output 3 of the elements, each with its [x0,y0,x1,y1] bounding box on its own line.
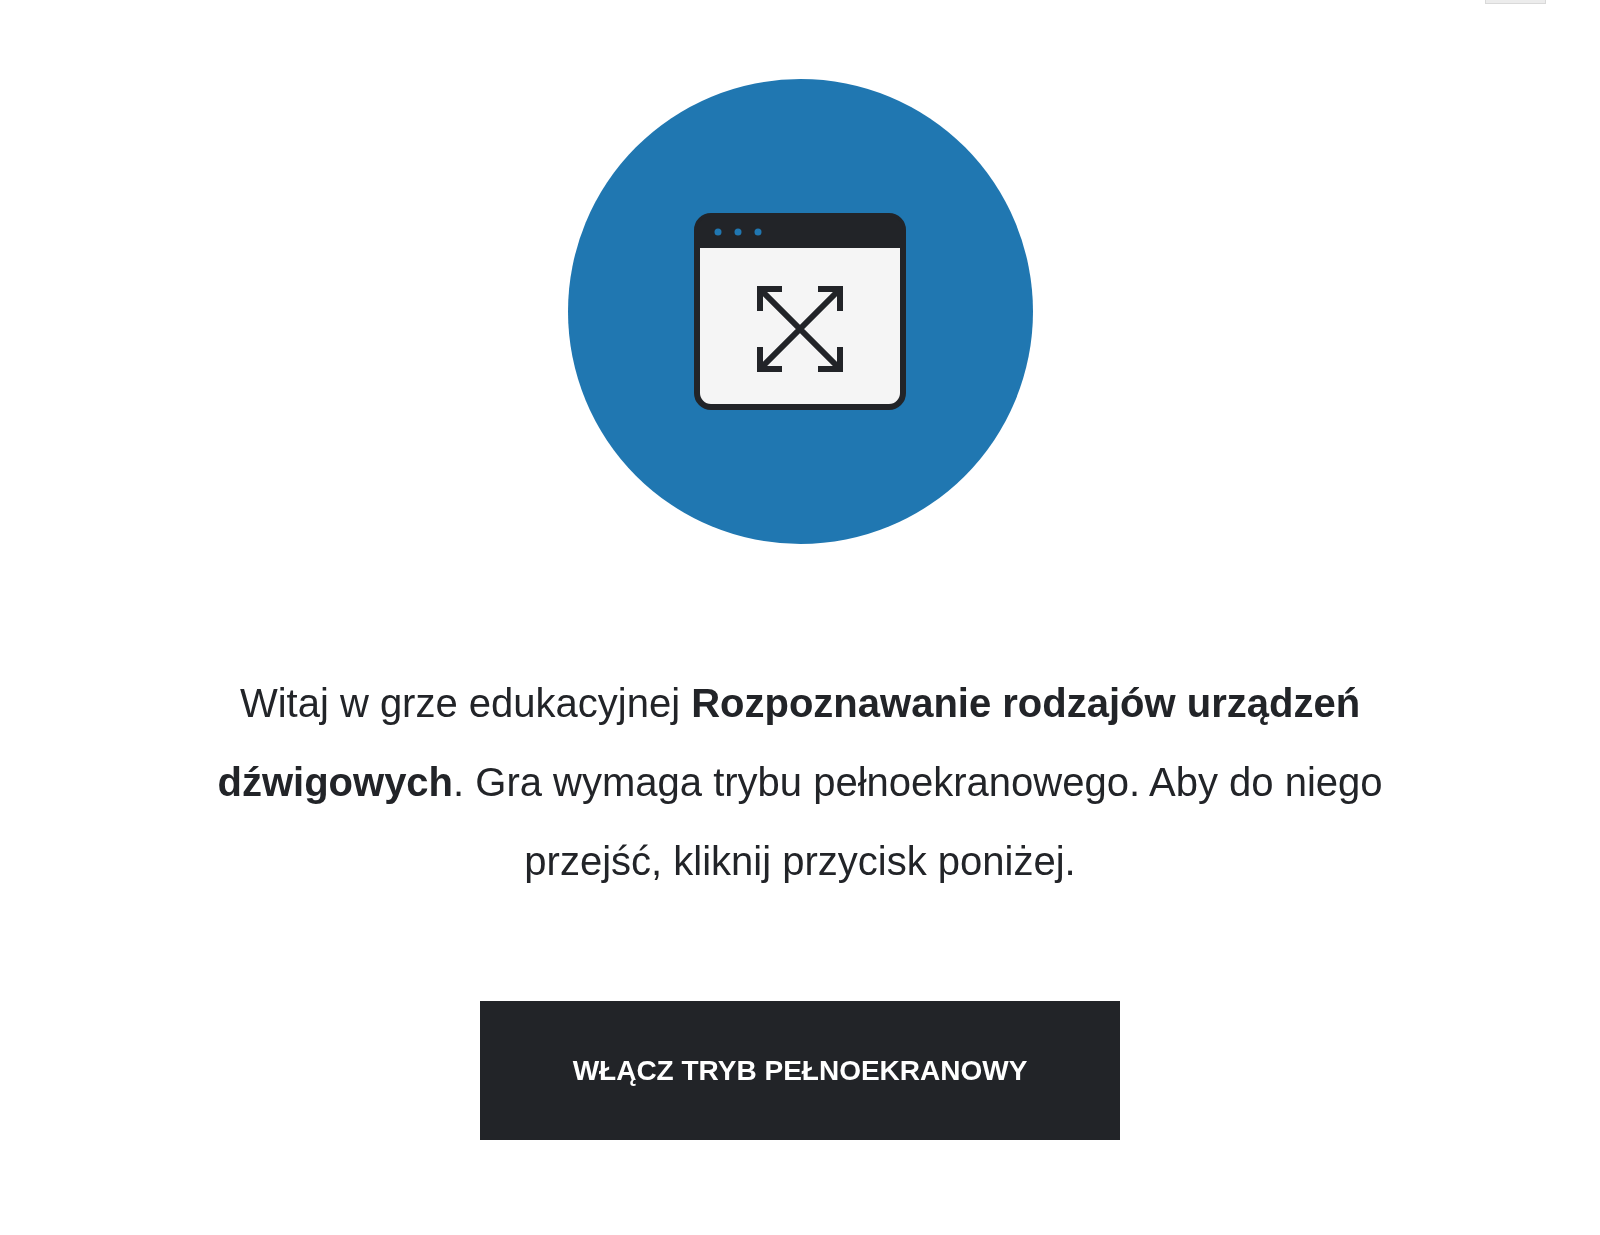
fullscreen-window-icon [694,213,906,410]
fullscreen-button[interactable]: WŁĄCZ TRYB PEŁNOEKRANOWY [480,1001,1120,1140]
intro-text: Witaj w grze edukacyjnej Rozpoznawanie rodzajów urządzeń dźwigowych. Gra wymaga trybu pełnoekranowego. Aby do niego przejść, kliknij przycisk poniżej. [216,680,1384,885]
